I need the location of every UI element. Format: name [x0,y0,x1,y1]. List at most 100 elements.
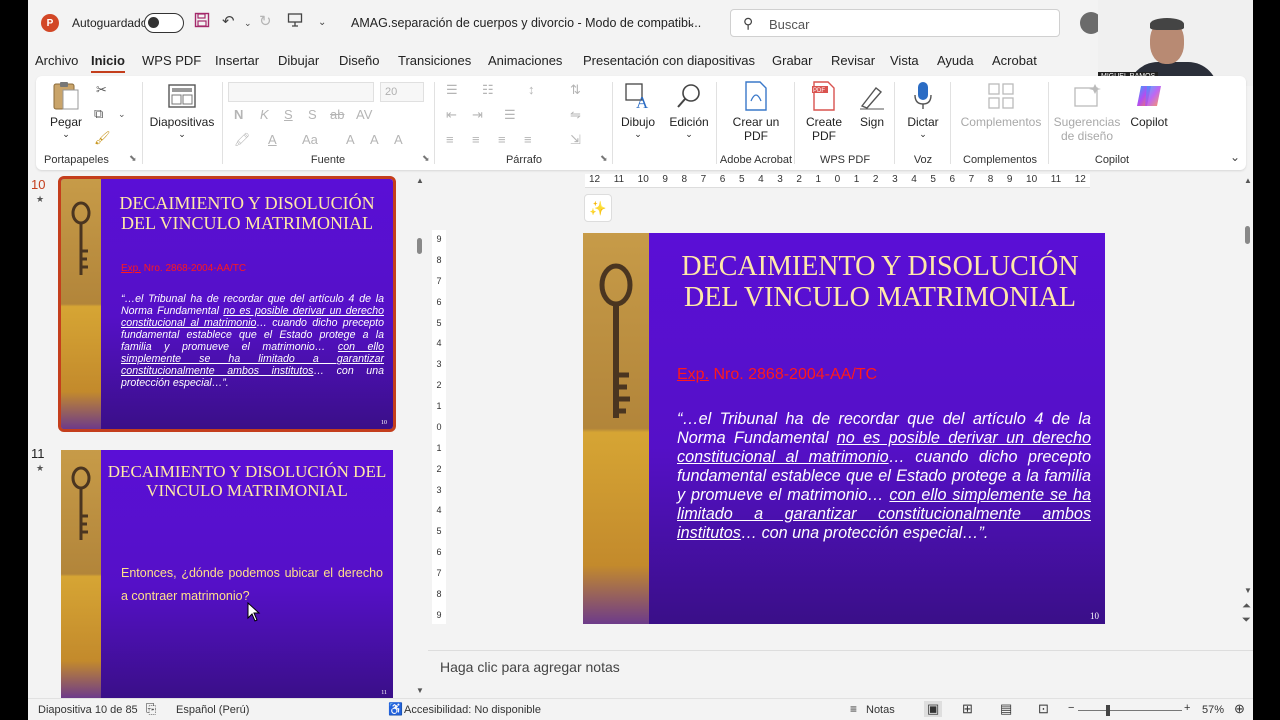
decrease-font-icon[interactable]: A [370,132,379,147]
slide-counter[interactable]: Diapositiva 10 de 85 [38,704,138,716]
highlight-icon[interactable]: 🖍 [234,132,251,148]
columns-icon[interactable]: ☰ [504,107,516,123]
language-indicator[interactable]: Español (Perú) [176,704,249,716]
undo-icon[interactable]: ↶ [222,12,235,30]
editor-scroll-up-icon[interactable]: ▲ [1244,176,1252,185]
slide-title[interactable]: DECAIMIENTO Y DISOLUCIÓN DEL VINCULO MAT… [661,251,1099,314]
tab-acrobat[interactable]: Acrobat [992,53,1037,68]
font-size-dropdown[interactable]: 20 [380,82,424,102]
notes-pane[interactable]: Haga clic para agregar notas [428,650,1253,696]
fuente-launcher-icon[interactable]: ⬊ [422,153,430,164]
undo-dropdown-icon[interactable]: ⌄ [244,18,252,29]
strikethrough-icon[interactable]: ab [330,107,344,122]
tab-dibujar[interactable]: Dibujar [278,53,319,68]
zoom-slider-knob[interactable] [1106,705,1110,716]
tab-insertar[interactable]: Insertar [215,53,259,68]
text-direction-icon[interactable]: ⇋ [570,107,581,123]
char-spacing-icon[interactable]: AV [356,107,372,122]
create-pdf-wps-button[interactable]: PDF Create PDF [798,80,850,144]
italic-icon[interactable]: K [260,107,269,122]
search-box[interactable]: ⚲ Buscar [730,9,1060,37]
accessibility-status[interactable]: Accesibilidad: No disponible [404,704,541,716]
notes-toggle[interactable]: Notas [866,704,895,716]
cut-icon[interactable]: ✂ [96,82,107,98]
customize-toolbar-icon[interactable]: ⌄ [318,17,326,28]
portapapeles-launcher-icon[interactable]: ⬊ [129,153,137,164]
tab-presentacion[interactable]: Presentación con diapositivas [583,53,755,68]
copilot-button[interactable]: Copilot [1126,80,1172,129]
tab-diseno[interactable]: Diseño [339,53,379,68]
tab-grabar[interactable]: Grabar [772,53,812,68]
editor-scrollbar-thumb[interactable] [1245,226,1250,244]
slide-case-number[interactable]: Exp. Nro. 2868-2004-AA/TC [677,366,877,384]
copy-icon[interactable]: ⧉ [94,106,103,122]
justify-icon[interactable]: ≡ [524,132,532,147]
drawing-button[interactable]: A Dibujo ⌄ [614,80,662,140]
tab-vista[interactable]: Vista [890,53,919,68]
clear-format-icon[interactable]: A [394,132,403,147]
previous-slide-icon[interactable]: ⏶ [1242,600,1251,613]
parrafo-launcher-icon[interactable]: ⬊ [600,153,608,164]
align-center-icon[interactable]: ≡ [472,132,480,147]
zoom-in-icon[interactable]: + [1184,702,1190,714]
tab-revisar[interactable]: Revisar [831,53,875,68]
decrease-indent-icon[interactable]: ⇤ [446,107,457,123]
paste-button[interactable]: Pegar ⌄ [44,80,88,140]
align-right-icon[interactable]: ≡ [498,132,506,147]
tab-archivo[interactable]: Archivo [35,53,78,68]
next-slide-icon[interactable]: ⏷ [1242,614,1251,627]
thumbnail-slide-11[interactable]: DECAIMIENTO Y DISOLUCIÓN DEL VINCULO MAT… [61,450,393,698]
addins-button[interactable]: Complementos [956,80,1046,129]
normal-view-icon[interactable]: ▣ [924,701,943,717]
fit-to-window-icon[interactable]: ⊕ [1234,701,1245,717]
slides-button[interactable]: Diapositivas ⌄ [148,80,216,140]
line-spacing-icon[interactable]: ↕ [528,82,535,97]
autosave-toggle[interactable] [144,13,184,33]
copy-dropdown-icon[interactable]: ⌄ [118,109,126,120]
create-pdf-acrobat-button[interactable]: Crear un PDF [724,80,788,144]
reading-view-icon[interactable]: ▤ [1000,701,1012,717]
tab-inicio[interactable]: Inicio [91,53,125,73]
format-painter-icon[interactable]: 🖌 [94,130,111,146]
save-icon[interactable] [194,12,210,32]
bullets-icon[interactable]: ☰ [446,82,458,98]
thumbs-scrollbar-thumb[interactable] [417,238,422,254]
thumbs-scroll-down-icon[interactable]: ▼ [416,686,424,695]
align-text-icon[interactable]: ⇲ [570,132,581,148]
editing-button[interactable]: Edición ⌄ [664,80,714,140]
slide-quote-text[interactable]: “…el Tribunal ha de recordar que del art… [677,410,1091,543]
slideshow-icon[interactable]: ⊡ [1038,701,1049,717]
font-name-dropdown[interactable] [228,82,374,102]
increase-font-icon[interactable]: A [346,132,355,147]
thumbs-scroll-up-icon[interactable]: ▲ [416,176,424,185]
align-left-icon[interactable]: ≡ [446,132,454,147]
sign-button[interactable]: Sign [852,80,892,129]
tab-wps-pdf[interactable]: WPS PDF [142,53,201,68]
change-case-icon[interactable]: Aa [302,132,318,147]
zoom-slider-track[interactable] [1078,710,1182,711]
present-icon[interactable] [287,12,303,32]
sort-icon[interactable]: ⇅ [570,82,581,98]
collapse-ribbon-icon[interactable]: ⌄ [1230,150,1240,164]
editor-scroll-down-icon[interactable]: ▼ [1244,586,1252,595]
document-title[interactable]: AMAG.separación de cuerpos y divorcio - … [351,16,701,30]
designer-sparkle-button[interactable]: ✨ [584,194,612,222]
shadow-icon[interactable]: S [308,107,317,122]
main-slide[interactable]: DECAIMIENTO Y DISOLUCIÓN DEL VINCULO MAT… [583,233,1105,624]
dictate-button[interactable]: Dictar ⌄ [898,80,948,140]
tab-ayuda[interactable]: Ayuda [937,53,974,68]
design-ideas-button[interactable]: Sugerencias de diseño [1052,80,1122,144]
spellcheck-icon[interactable]: ⎘ [146,701,156,717]
numbering-icon[interactable]: ☷ [482,82,494,98]
redo-icon[interactable]: ↻ [259,12,272,30]
increase-indent-icon[interactable]: ⇥ [472,107,483,123]
font-color-icon[interactable]: A [268,132,277,147]
title-dropdown-icon[interactable]: ⌄ [686,15,696,29]
zoom-out-icon[interactable]: − [1068,702,1074,714]
thumbnail-slide-10[interactable]: DECAIMIENTO Y DISOLUCIÓN DEL VINCULO MAT… [58,176,396,432]
zoom-level[interactable]: 57% [1202,704,1224,716]
slide-sorter-icon[interactable]: ⊞ [962,701,973,717]
bold-icon[interactable]: N [234,107,243,122]
tab-transiciones[interactable]: Transiciones [398,53,471,68]
tab-animaciones[interactable]: Animaciones [488,53,562,68]
